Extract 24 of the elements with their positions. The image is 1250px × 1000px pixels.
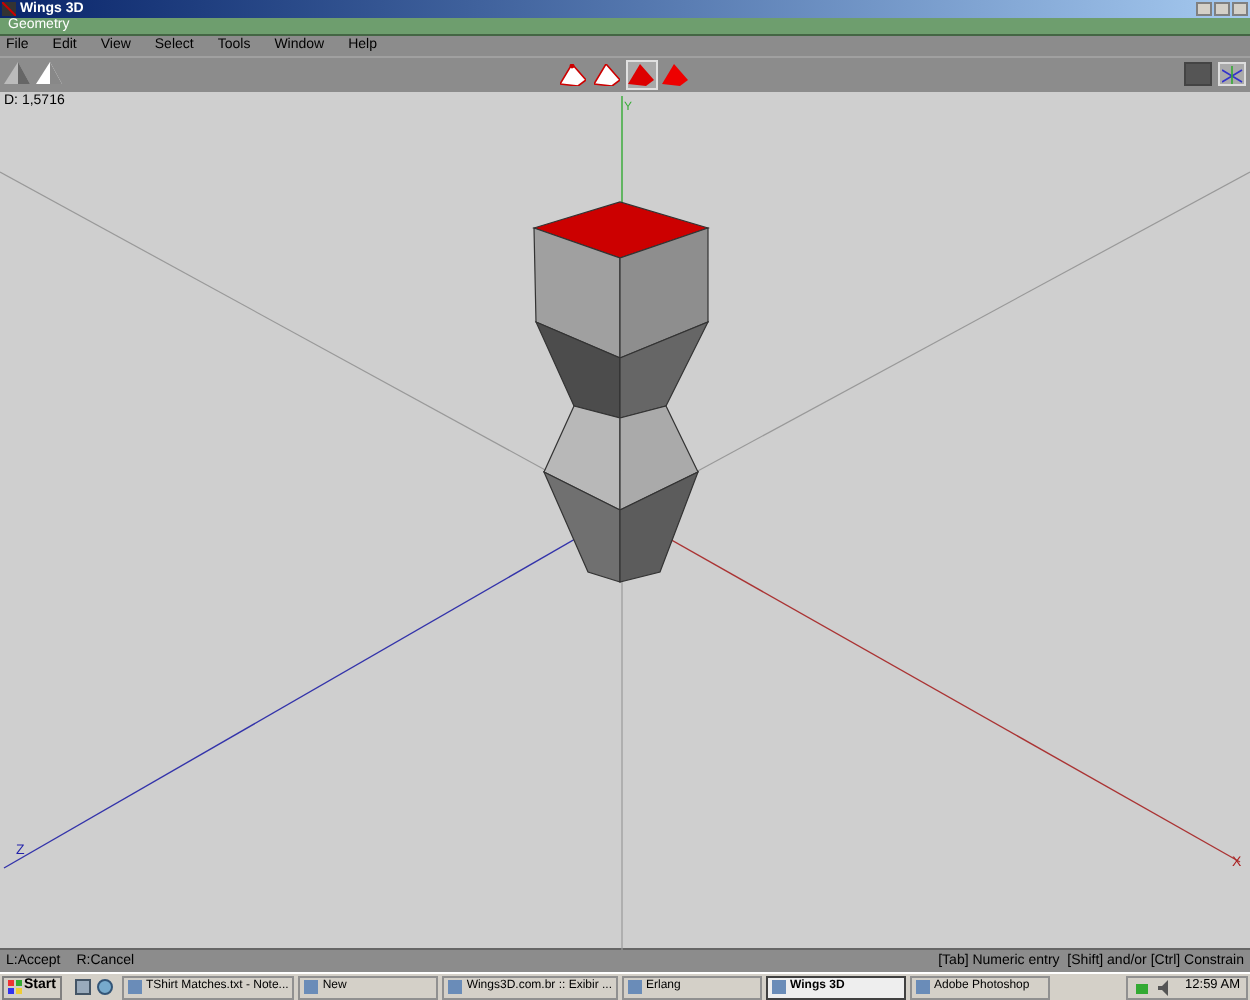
shaded-pyramid-icon[interactable]: [36, 62, 64, 87]
shaded-pyramid-icon[interactable]: [4, 62, 32, 87]
window-icon: [772, 980, 786, 995]
close-button[interactable]: [1232, 1, 1248, 16]
selection-mode-button[interactable]: [625, 59, 657, 90]
speaker-icon[interactable]: [1155, 979, 1172, 996]
pyramid-icon: [628, 63, 654, 86]
axes-icon: [1221, 65, 1243, 84]
restore-button[interactable]: [1214, 1, 1230, 16]
pyramid-icon: [560, 63, 586, 86]
pyramid-icon: [662, 63, 688, 86]
pyramid-icon: [594, 63, 620, 86]
window-icon: [628, 980, 642, 995]
grid-toggle-button[interactable]: [1184, 62, 1212, 87]
window-icon: [127, 980, 142, 995]
windows-logo-icon: [8, 980, 22, 995]
window-icon: [916, 980, 930, 995]
minimize-button[interactable]: [1196, 1, 1212, 16]
selection-mode-button[interactable]: [591, 59, 623, 90]
window-icon: [448, 980, 463, 995]
window-icon: [304, 980, 319, 995]
app-icon: [2, 1, 16, 16]
axes-toggle-button[interactable]: [1218, 62, 1246, 87]
selection-mode-button[interactable]: [557, 59, 589, 90]
